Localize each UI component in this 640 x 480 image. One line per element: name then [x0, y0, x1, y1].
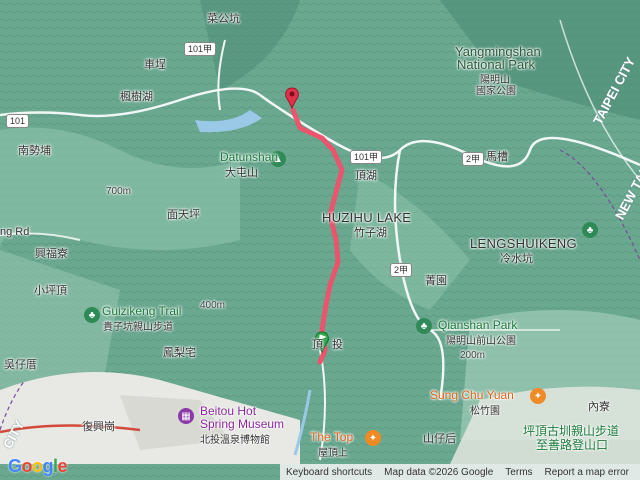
elevation-label: 200m — [460, 350, 486, 361]
label-ng-rd: ng Rd — [0, 226, 30, 238]
label-chepu: 車埕 — [144, 59, 166, 71]
attribution-bar: Keyboard shortcuts Map data ©2026 Google… — [280, 464, 640, 480]
label-sungchu-en[interactable]: Sung Chu Yuan — [430, 388, 514, 402]
label-nanshibu: 南勢埔 — [18, 145, 51, 157]
label-xiaopingding: 小坪頂 — [34, 285, 67, 297]
route-shield-101a-top: 101甲 — [184, 42, 217, 56]
label-qianshan-zh: 陽明山前山公園 — [446, 336, 516, 347]
qianshan-park-icon[interactable]: ♣ — [416, 318, 432, 334]
label-fengliezhai: 鳳梨宅 — [163, 347, 196, 359]
label-guizikeng-en[interactable]: Guizikeng Trail — [102, 304, 181, 318]
label-neicuo: 內寮 — [588, 401, 610, 413]
label-dingtou2: 投 — [332, 339, 343, 351]
restaurant-icon[interactable]: ✦ — [530, 388, 546, 404]
terms-link[interactable]: Terms — [499, 467, 538, 478]
google-logo: Google — [8, 456, 68, 476]
label-shanzihou: 山仔后 — [423, 433, 456, 445]
label-sungchu-zh: 松竹園 — [470, 406, 500, 417]
label-beitou-en-1[interactable]: Beitou Hot — [200, 404, 256, 418]
label-datunshan-en[interactable]: Datunshan — [220, 150, 278, 164]
route-shield-2a: 2甲 — [462, 152, 485, 166]
label-lengshuikeng-zh: 冷水坑 — [500, 253, 533, 265]
label-wuzicuo: 吳仔厝 — [4, 359, 37, 371]
label-beitou-en-2[interactable]: Spring Museum — [200, 417, 284, 431]
label-pingding-2: 至善路登山口 — [536, 438, 609, 452]
lengshuikeng-hiking-icon[interactable]: ♣ — [582, 222, 598, 238]
label-huzihu-zh: 竹子湖 — [354, 227, 387, 239]
museum-icon[interactable]: ▦ — [178, 408, 194, 424]
label-thetop-zh: 屋頂上 — [318, 448, 348, 459]
route-shield-101: 101 — [6, 114, 30, 128]
label-xingfuliao: 興福寮 — [35, 248, 68, 260]
label-lengshuikeng-en: LENGSHUIKENG — [470, 236, 577, 251]
label-fengshuhu: 楓樹湖 — [120, 91, 153, 103]
label-datunshan-zh: 大屯山 — [225, 167, 258, 179]
map-canvas[interactable]: 菜公坑 車埕 楓樹湖 南勢埔 面天坪 興福寮 小坪頂 吳仔厝 鳳梨宅 ng Rd… — [0, 0, 640, 480]
label-thetop-en[interactable]: The Top — [310, 430, 353, 444]
elevation-label: 700m — [106, 186, 132, 197]
label-dingtou: 頂 — [312, 339, 323, 351]
label-qianshan-en[interactable]: Qianshan Park — [438, 318, 517, 332]
label-macao: 馬槽 — [486, 151, 508, 163]
map-data-text: Map data ©2026 Google — [384, 466, 494, 478]
route-shield-101a-mid: 101甲 — [350, 150, 383, 164]
route-shield-2b: 2甲 — [390, 263, 413, 277]
label-fuxinggang: 復興崗 — [82, 421, 115, 433]
label-beitou-zh: 北投溫泉博物館 — [200, 435, 270, 446]
label-huzihu-en: HUZIHU LAKE — [322, 210, 412, 225]
label-guizikeng-zh: 貴子坑親山步道 — [103, 322, 173, 333]
label-dinghu: 頂湖 — [355, 170, 377, 182]
label-yangmingshan-en-2: National Park — [457, 57, 536, 72]
elevation-label: 400m — [200, 300, 226, 311]
restaurant-icon-2[interactable]: ✦ — [365, 430, 381, 446]
keyboard-shortcuts-link[interactable]: Keyboard shortcuts — [280, 467, 378, 478]
label-caigongkeng: 菜公坑 — [207, 13, 240, 25]
label-miantianping: 面天坪 — [167, 209, 200, 221]
report-error-link[interactable]: Report a map error — [539, 467, 635, 478]
guizikeng-hiking-icon[interactable]: ♣ — [84, 307, 100, 323]
label-junyuan: 菁園 — [425, 275, 447, 287]
label-yangmingshan-zh-2: 國家公園 — [476, 86, 516, 97]
